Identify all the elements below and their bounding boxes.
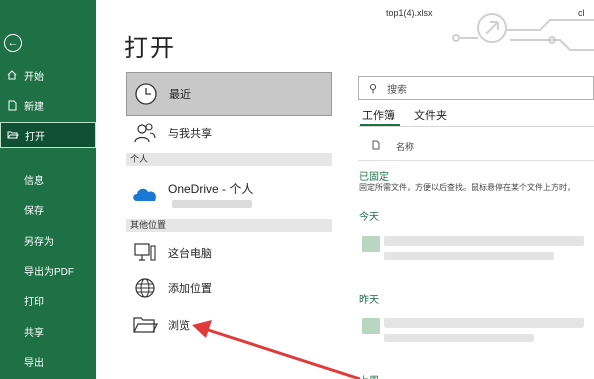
clock-icon — [131, 79, 161, 109]
nav-label: 导出 — [24, 357, 44, 369]
section-other-locations: 其他位置 — [126, 219, 332, 232]
home-icon — [6, 70, 18, 80]
column-name-label[interactable]: 名称 — [396, 140, 414, 153]
file-row-blurred[interactable] — [384, 318, 584, 328]
location-this-pc[interactable]: 这台电脑 — [126, 238, 332, 268]
search-icon: ⚲ — [369, 82, 378, 95]
nav-item-info[interactable]: 信息 — [0, 166, 96, 192]
computer-icon — [130, 238, 160, 268]
file-row-blurred[interactable] — [384, 236, 584, 246]
yesterday-heading: 昨天 — [359, 295, 379, 306]
nav-label: 开始 — [24, 71, 44, 83]
nav-item-open[interactable]: 打开 — [0, 122, 96, 148]
folder-icon — [130, 310, 160, 340]
location-recent[interactable]: 最近 — [126, 72, 332, 116]
location-label: 浏览 — [168, 320, 190, 332]
nav-label: 另存为 — [24, 236, 54, 248]
back-arrow-icon[interactable]: ← — [4, 34, 22, 52]
location-label: 添加位置 — [168, 283, 212, 295]
location-label: 这台电脑 — [168, 248, 212, 260]
search-placeholder: 搜索 — [387, 84, 408, 96]
file-path-blurred — [384, 252, 554, 260]
nav-label: 导出为PDF — [24, 266, 74, 278]
blurred-account — [172, 200, 252, 208]
page-title: 打开 — [124, 35, 176, 62]
people-icon — [130, 118, 160, 148]
document-name: top1(4).xlsx — [386, 8, 433, 18]
globe-icon — [130, 273, 160, 303]
file-path-blurred — [384, 334, 534, 342]
folder-open-icon — [7, 130, 19, 140]
header-divider — [358, 160, 594, 161]
nav-label: 新建 — [24, 101, 44, 113]
section-personal: 个人 — [126, 153, 332, 166]
search-input[interactable]: ⚲ 搜索 — [358, 76, 594, 100]
location-onedrive[interactable]: OneDrive - 个人 — [126, 172, 332, 216]
nav-label: 保存 — [24, 205, 44, 217]
file-icon-blurred — [362, 236, 380, 252]
column-header: 名称 — [358, 138, 594, 154]
new-doc-icon — [6, 100, 18, 111]
pinned-heading: 已固定 — [359, 172, 389, 183]
nav-label: 共享 — [24, 327, 44, 339]
nav-item-home[interactable]: 开始 — [0, 62, 96, 88]
last-week-heading: 上周 — [359, 372, 379, 379]
nav-item-save[interactable]: 保存 — [0, 196, 96, 222]
tab-folders[interactable]: 文件夹 — [414, 107, 447, 123]
file-type-icon — [372, 140, 380, 153]
location-shared[interactable]: 与我共享 — [126, 118, 332, 148]
nav-label: 信息 — [24, 175, 44, 187]
nav-item-export-pdf[interactable]: 导出为PDF — [0, 257, 96, 283]
location-label: OneDrive - 个人 — [168, 181, 254, 196]
tab-divider — [358, 126, 594, 127]
file-icon-blurred — [362, 318, 380, 334]
backstage-nav: ← 开始 新建 打开 信息 保存 另存为 导出为PDF 打印 共享 导出 — [0, 0, 96, 379]
tab-workbooks[interactable]: 工作簿 — [362, 107, 395, 123]
nav-label: 打开 — [25, 131, 45, 143]
location-browse[interactable]: 浏览 — [126, 310, 332, 340]
nav-label: 打印 — [24, 296, 44, 308]
nav-item-save-as[interactable]: 另存为 — [0, 227, 96, 253]
today-heading: 今天 — [359, 212, 379, 223]
nav-item-new[interactable]: 新建 — [0, 92, 96, 118]
pinned-description: 固定所需文件，方便以后查找。鼠标悬停在某个文件上方时， — [359, 183, 575, 192]
cloud-icon — [130, 179, 160, 209]
location-label: 与我共享 — [168, 128, 212, 140]
nav-item-share[interactable]: 共享 — [0, 318, 96, 344]
nav-item-export[interactable]: 导出 — [0, 348, 96, 374]
nav-item-print[interactable]: 打印 — [0, 287, 96, 313]
location-label: 最近 — [169, 89, 191, 101]
location-add-place[interactable]: 添加位置 — [126, 272, 332, 304]
circuit-decoration — [452, 13, 594, 51]
